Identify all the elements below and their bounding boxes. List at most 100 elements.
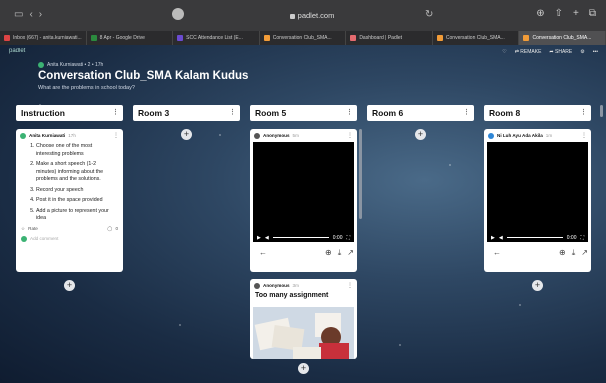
tab-label: Conversation Club_SMA... (532, 35, 592, 41)
more-icon[interactable]: ⋮ (463, 105, 470, 121)
back-icon[interactable]: ‹ (29, 9, 32, 20)
video-time: 0:00 (566, 234, 577, 241)
video-player[interactable]: ▶ ◀ 0:00 ⛶ (253, 142, 354, 242)
video-progress[interactable] (272, 237, 329, 238)
more-menu-icon[interactable]: ••• (593, 49, 598, 55)
share-icon[interactable]: ⇧ (555, 8, 563, 19)
url-text: padlet.com (297, 11, 335, 20)
column-header-room-6[interactable]: Room 6 ⋮ (367, 105, 474, 121)
anonymous-avatar (254, 132, 260, 139)
tab-bar: Inbox (667) - anita.kurniawati... 8 Apr -… (0, 31, 606, 45)
board-scrollbar[interactable] (600, 105, 603, 117)
new-tab-icon[interactable]: + (573, 8, 579, 19)
instruction-card[interactable]: Anita Kurniawati17h ⋮ Choose one of the m… (16, 129, 123, 272)
nav-controls: ▭ ‹ › (14, 9, 42, 20)
more-icon[interactable]: ⋮ (113, 132, 119, 139)
more-icon[interactable]: ⋮ (346, 105, 353, 121)
add-comment-input[interactable]: Add comment (30, 236, 58, 241)
column-scrollbar[interactable] (359, 129, 362, 219)
browser-tab[interactable]: 8 Apr - Google Drive (87, 31, 174, 45)
rate-button[interactable]: Rate (28, 226, 38, 231)
board-title: Conversation Club_SMA Kalam Kudus (38, 70, 249, 82)
more-icon[interactable]: ⋮ (347, 282, 353, 289)
add-post-button[interactable]: + (415, 129, 426, 140)
board-subtitle: What are the problems in school today? (38, 85, 135, 91)
reload-icon[interactable]: ↻ (425, 9, 433, 20)
browser-toolbar: ▭ ‹ › padlet.com ↻ ⊕ ⇧ + ⧉ (0, 0, 606, 31)
avatar (21, 235, 27, 242)
browser-tab[interactable]: Conversation Club_SMA... (260, 31, 347, 45)
favicon-icon (350, 34, 357, 41)
zoom-icon[interactable]: ⊕ (325, 248, 332, 257)
star-icon[interactable]: ☆ (21, 226, 25, 232)
room-8-video-post[interactable]: Ni Luh Ayu Ada Akila 1m ⋮ ▶ ◀ 0:00 ⛶ ← ⊕ ⤓ ↗ (484, 129, 591, 272)
share-button[interactable]: ➦ SHARE (549, 49, 572, 55)
more-icon[interactable]: ⋮ (580, 105, 587, 121)
tab-overview-icon[interactable]: ⧉ (589, 8, 596, 19)
favicon-icon (177, 34, 184, 41)
open-external-icon[interactable]: ↗ (347, 248, 354, 257)
browser-tab[interactable]: SCC Attendance List (E... (173, 31, 260, 45)
card-author: Ni Luh Ayu Ada Akila (497, 133, 543, 138)
add-post-button[interactable]: + (532, 280, 543, 291)
anonymous-avatar (254, 282, 260, 289)
more-icon[interactable]: ⋮ (581, 132, 587, 139)
play-icon[interactable]: ▶ (491, 235, 495, 241)
add-post-button[interactable]: + (181, 129, 192, 140)
lock-icon (289, 13, 295, 19)
video-player[interactable]: ▶ ◀ 0:00 ⛶ (487, 142, 588, 242)
add-post-button[interactable]: + (64, 280, 75, 291)
browser-tab[interactable]: Conversation Club_SMA... (519, 31, 606, 45)
open-external-icon[interactable]: ↗ (581, 248, 588, 257)
fullscreen-icon[interactable]: ⛶ (580, 235, 584, 241)
post-title: Too many assignment (255, 292, 329, 299)
address-bar[interactable]: padlet.com (252, 9, 372, 23)
browser-tab[interactable]: Inbox (667) - anita.kurniawati... (0, 31, 87, 45)
photo-illustration (253, 307, 354, 359)
remake-button[interactable]: ⇄ REMAKE (515, 49, 542, 55)
padlet-logo[interactable]: padlet (9, 48, 25, 54)
card-time: 1m (545, 133, 553, 138)
column-header-room-3[interactable]: Room 3 ⋮ (133, 105, 240, 121)
back-arrow-icon[interactable]: ← (493, 248, 501, 257)
video-progress[interactable] (506, 237, 563, 238)
privacy-shield-icon[interactable] (172, 8, 184, 20)
back-arrow-icon[interactable]: ← (259, 248, 267, 257)
room-5-image-post[interactable]: Anonymous 3m ⋮ Too many assignment (250, 279, 357, 359)
column-header-instruction[interactable]: Instruction ⋮ (16, 105, 123, 121)
tab-label: Inbox (667) - anita.kurniawati... (13, 35, 82, 41)
favicon-icon (436, 34, 443, 41)
settings-gear-icon[interactable]: ⚙ (580, 49, 584, 55)
comment-icon[interactable]: ◯ (107, 226, 112, 232)
add-post-button[interactable]: + (298, 363, 309, 374)
column-header-room-5[interactable]: Room 5 ⋮ (250, 105, 357, 121)
play-icon[interactable]: ▶ (257, 235, 261, 241)
author-avatar (38, 62, 44, 68)
student-stressed-photo[interactable] (253, 307, 354, 359)
download-icon[interactable]: ⤓ (338, 248, 342, 258)
fullscreen-icon[interactable]: ⛶ (346, 235, 350, 241)
instruction-list: Choose one of the most interesting probl… (16, 142, 123, 223)
download-icon[interactable]: ⤓ (572, 248, 576, 258)
download-icon[interactable]: ⊕ (536, 8, 544, 19)
column-header-room-8[interactable]: Room 8 ⋮ (484, 105, 591, 121)
card-time: 5m (292, 133, 299, 138)
video-time: 0:00 (332, 234, 343, 241)
forward-icon[interactable]: › (39, 9, 42, 20)
favicon-icon (90, 34, 97, 41)
card-time: 3m (292, 283, 299, 288)
volume-icon[interactable]: ◀ (499, 235, 503, 241)
more-icon[interactable]: ⋮ (112, 105, 119, 121)
list-item: Post it in the space provided (36, 197, 117, 205)
volume-icon[interactable]: ◀ (265, 235, 269, 241)
more-icon[interactable]: ⋮ (347, 132, 353, 139)
zoom-icon[interactable]: ⊕ (559, 248, 566, 257)
heart-icon[interactable]: ♡ (502, 49, 506, 55)
room-5-video-post[interactable]: Anonymous 5m ⋮ ▶ ◀ 0:00 ⛶ ← ⊕ ⤓ ↗ (250, 129, 357, 272)
favicon-icon (263, 34, 270, 41)
browser-tab[interactable]: Dashboard | Padlet (346, 31, 433, 45)
list-item: Choose one of the most interesting probl… (36, 143, 117, 158)
more-icon[interactable]: ⋮ (229, 105, 236, 121)
sidebar-toggle-icon[interactable]: ▭ (14, 9, 23, 20)
browser-tab[interactable]: Conversation Club_SMA... (433, 31, 520, 45)
